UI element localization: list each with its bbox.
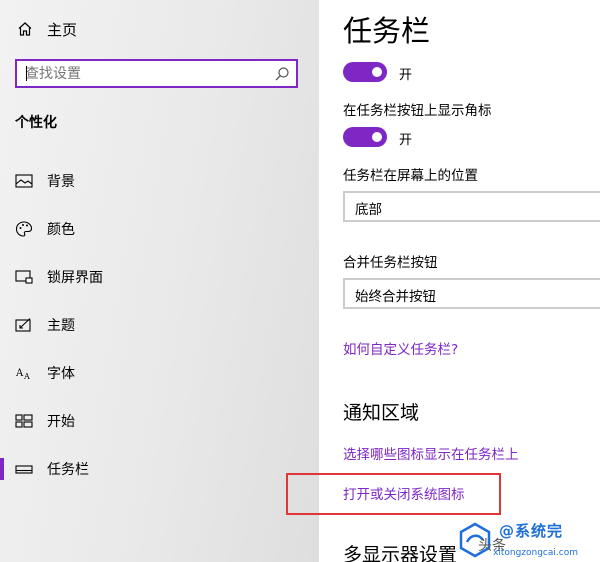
multiple-displays-heading: 多显示器设置 bbox=[343, 544, 458, 562]
select-icons-link[interactable]: 选择哪些图标显示在任务栏上 bbox=[343, 443, 519, 463]
sidebar-item-label: 任务栏 bbox=[47, 462, 89, 478]
taskbar-position-dropdown[interactable]: 底部 bbox=[343, 191, 600, 222]
start-icon bbox=[15, 412, 33, 430]
svg-text:A: A bbox=[15, 368, 24, 379]
sidebar-item-lock-screen[interactable]: 锁屏界面 bbox=[0, 257, 319, 297]
sidebar-item-fonts[interactable]: A A 字体 bbox=[0, 353, 319, 393]
toggle-knob bbox=[372, 67, 382, 77]
theme-icon bbox=[15, 316, 33, 334]
sidebar: 主页 个性化 背景 bbox=[0, 0, 319, 562]
toggle-switch-2[interactable] bbox=[343, 127, 387, 147]
sidebar-item-label: 主题 bbox=[47, 318, 75, 334]
text-caret bbox=[26, 66, 27, 81]
active-indicator bbox=[0, 458, 4, 480]
badge-setting-label: 在任务栏按钮上显示角标 bbox=[343, 103, 492, 119]
page-title: 任务栏 bbox=[343, 14, 431, 48]
sidebar-item-themes[interactable]: 主题 bbox=[0, 305, 319, 345]
position-setting-label: 任务栏在屏幕上的位置 bbox=[343, 168, 478, 184]
search-icon[interactable] bbox=[274, 66, 290, 82]
watermark: @系统完 头条 xitongzongcai.com bbox=[455, 518, 600, 562]
sidebar-item-taskbar[interactable]: 任务栏 bbox=[0, 449, 319, 489]
main-content: 任务栏 开 在任务栏按钮上显示角标 开 任务栏在屏幕上的位置 底部 合并任务栏按… bbox=[319, 0, 600, 562]
palette-icon bbox=[15, 220, 33, 238]
sidebar-item-label: 开始 bbox=[47, 414, 75, 430]
combine-setting-label: 合并任务栏按钮 bbox=[343, 255, 438, 271]
customize-taskbar-link[interactable]: 如何自定义任务栏? bbox=[343, 338, 458, 358]
watermark-domain: xitongzongcai.com bbox=[493, 548, 578, 558]
search-box[interactable] bbox=[15, 59, 298, 88]
sidebar-item-label: 背景 bbox=[47, 174, 75, 190]
picture-icon bbox=[15, 172, 33, 190]
section-heading-personalization: 个性化 bbox=[15, 115, 57, 131]
combine-buttons-dropdown[interactable]: 始终合并按钮 bbox=[343, 278, 600, 309]
taskbar-icon bbox=[15, 460, 33, 478]
sidebar-item-start[interactable]: 开始 bbox=[0, 401, 319, 441]
dropdown-value: 始终合并按钮 bbox=[355, 289, 436, 305]
watermark-logo-text: @系统完 bbox=[499, 522, 564, 540]
sidebar-item-label: 锁屏界面 bbox=[47, 270, 103, 286]
home-label: 主页 bbox=[47, 20, 78, 39]
svg-text:A: A bbox=[23, 372, 30, 381]
sidebar-item-colors[interactable]: 颜色 bbox=[0, 209, 319, 249]
notification-area-heading: 通知区域 bbox=[343, 402, 420, 424]
sidebar-item-label: 颜色 bbox=[47, 222, 75, 238]
toggle-state-label-2: 开 bbox=[399, 133, 413, 148]
dropdown-value: 底部 bbox=[355, 202, 382, 218]
home-icon bbox=[15, 19, 35, 39]
sidebar-item-label: 字体 bbox=[47, 366, 75, 382]
sidebar-item-background[interactable]: 背景 bbox=[0, 161, 319, 201]
system-icons-link[interactable]: 打开或关闭系统图标 bbox=[343, 483, 465, 503]
lock-screen-icon bbox=[15, 268, 33, 286]
font-icon: A A bbox=[15, 364, 33, 382]
search-input[interactable] bbox=[17, 61, 275, 86]
home-nav-item[interactable]: 主页 bbox=[0, 12, 319, 46]
toggle-knob bbox=[372, 132, 382, 142]
toggle-state-label-1: 开 bbox=[399, 68, 413, 83]
toggle-switch-1[interactable] bbox=[343, 62, 387, 82]
settings-window: 主页 个性化 背景 bbox=[0, 0, 600, 562]
